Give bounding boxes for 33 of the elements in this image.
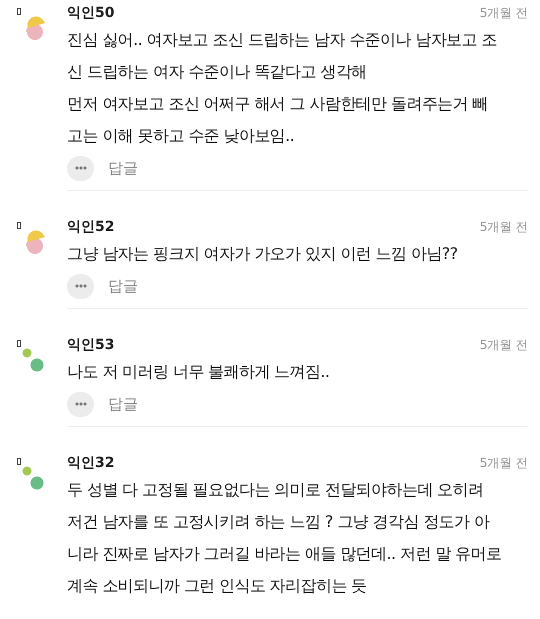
marker-icon bbox=[17, 222, 21, 229]
timestamp: 5개월 전 bbox=[480, 454, 528, 472]
comment-text-line: 두 성별 다 고정될 필요없다는 의미로 전달되야하는데 오히려 bbox=[67, 479, 484, 501]
comment-text-line: 진심 싫어.. 여자보고 조신 드립하는 남자 수준이나 남자보고 조 bbox=[67, 29, 498, 51]
comment-text-line: 저건 남자를 또 고정시키려 하는 느낌 ? 그냥 경각심 정도가 아 bbox=[67, 511, 491, 533]
comment-text-line: 그냥 남자는 핑크지 여자가 가오가 있지 이런 느낌 아님?? bbox=[67, 243, 458, 265]
more-button[interactable] bbox=[67, 392, 94, 416]
more-button[interactable] bbox=[67, 274, 94, 298]
timestamp: 5개월 전 bbox=[480, 336, 528, 354]
reply-link[interactable]: 답글 bbox=[108, 158, 138, 178]
reply-link[interactable]: 답글 bbox=[108, 276, 138, 296]
timestamp: 5개월 전 bbox=[480, 4, 528, 22]
comment-text-line: 니라 진짜로 남자가 그러길 바라는 애들 많던데.. 저런 말 유머로 bbox=[67, 543, 502, 565]
author-name: 익인53 bbox=[67, 336, 114, 354]
marker-icon bbox=[17, 340, 21, 347]
comment-text-line: 고는 이해 못하고 수준 낮아보임.. bbox=[67, 125, 296, 147]
avatar-icon bbox=[22, 348, 46, 372]
author-name: 익인52 bbox=[67, 218, 114, 236]
more-icon bbox=[74, 402, 86, 406]
marker-icon bbox=[17, 458, 21, 465]
author-name: 익인32 bbox=[67, 454, 114, 472]
reply-link[interactable]: 답글 bbox=[108, 394, 138, 414]
more-icon bbox=[74, 284, 86, 288]
marker-icon bbox=[17, 8, 21, 15]
comment-text-line: 나도 저 미러링 너무 불쾌하게 느껴짐.. bbox=[67, 361, 330, 383]
author-name: 익인50 bbox=[67, 4, 114, 22]
comment-text-line: 계속 소비되니까 그런 인식도 자리잡히는 듯 bbox=[67, 575, 368, 597]
avatar-icon bbox=[22, 466, 46, 490]
comment-text-line: 신 드립하는 여자 수준이나 똑같다고 생각해 bbox=[67, 61, 368, 83]
more-icon bbox=[74, 166, 86, 170]
more-button[interactable] bbox=[67, 156, 94, 180]
timestamp: 5개월 전 bbox=[480, 218, 528, 236]
comment-text-line: 먼저 여자보고 조신 어쩌구 해서 그 사람한테만 돌려주는거 빼 bbox=[67, 93, 489, 115]
